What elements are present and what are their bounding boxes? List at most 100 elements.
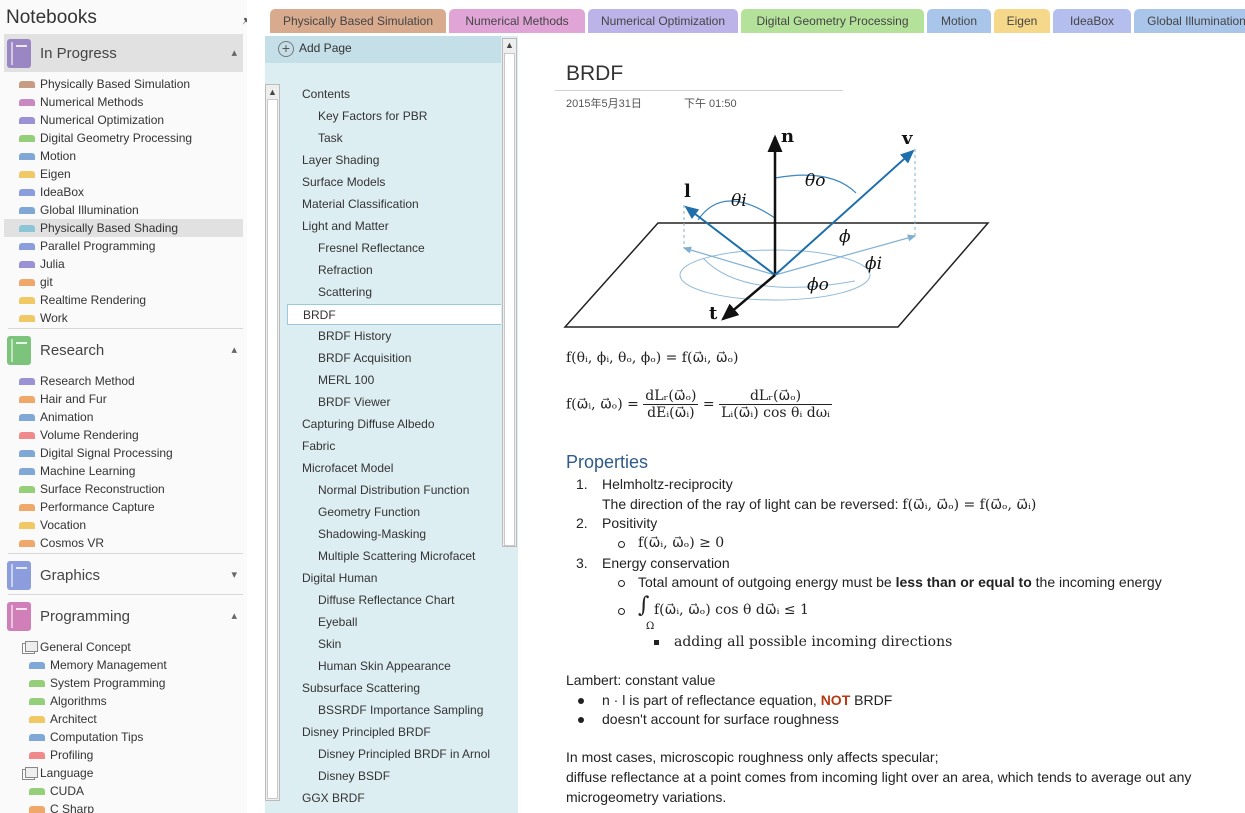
section-item[interactable]: Surface Reconstruction [4, 480, 243, 498]
section-tab-icon [29, 806, 45, 813]
tab-ideabox[interactable]: IdeaBox [1053, 9, 1131, 33]
section-item[interactable]: Julia [4, 255, 243, 273]
page-item[interactable]: BRDF Viewer [287, 392, 501, 413]
page-item[interactable]: Skin [287, 634, 501, 655]
section-group-item[interactable]: General Concept [4, 638, 243, 656]
page-item[interactable]: Layer Shading [287, 150, 501, 171]
section-item[interactable]: Eigen [4, 165, 243, 183]
section-item[interactable]: Motion [4, 147, 243, 165]
section-item[interactable]: Physically Based Simulation [4, 75, 243, 93]
note-content[interactable]: BRDF 2015年5月31日 下午 01:50 n v l t θi θo ϕ… [519, 36, 1245, 813]
page-item[interactable]: Disney Principled BRDF in Arnol [287, 744, 501, 765]
brdf-ratio-equation: f(ω⃗ᵢ, ω⃗ₒ) = dLᵣ(ω⃗ₒ) dEᵢ(ω⃗ᵢ) = dLᵣ(ω⃗ₒ… [566, 388, 832, 421]
section-item[interactable]: Memory Management [4, 656, 243, 674]
scroll-up-arrow-icon[interactable]: ▲ [505, 40, 514, 50]
page-item[interactable]: Capturing Diffuse Albedo [287, 414, 501, 435]
notebook-icon [7, 336, 31, 365]
section-item[interactable]: Volume Rendering [4, 426, 243, 444]
page-item[interactable]: BSSRDF Importance Sampling [287, 700, 501, 721]
page-item[interactable]: Shadowing-Masking [287, 524, 501, 545]
page-item[interactable]: Microfacet Model [287, 458, 501, 479]
scrollbar-thumb[interactable] [267, 99, 278, 799]
chevron-up-icon[interactable]: ▴ [231, 609, 237, 622]
page-item[interactable]: Digital Human [287, 568, 501, 589]
chevron-down-icon[interactable]: ▾ [231, 568, 237, 581]
section-label: Performance Capture [40, 500, 155, 514]
section-item[interactable]: Performance Capture [4, 498, 243, 516]
page-item[interactable]: Task [287, 128, 501, 149]
tab-digital-geometry-processing[interactable]: Digital Geometry Processing [741, 9, 924, 33]
page-item[interactable]: Material Classification [287, 194, 501, 215]
section-item[interactable]: Hair and Fur [4, 390, 243, 408]
tab-physically-based-simulation[interactable]: Physically Based Simulation [270, 9, 446, 33]
scroll-up-arrow-icon[interactable]: ▲ [268, 87, 277, 97]
page-title[interactable]: BRDF [566, 62, 623, 86]
page-item[interactable]: BRDF History [287, 326, 501, 347]
section-item[interactable]: Cosmos VR [4, 534, 243, 552]
section-item[interactable]: Realtime Rendering [4, 291, 243, 309]
section-item[interactable]: Research Method [4, 372, 243, 390]
pin-icon[interactable]: 🖈 [242, 10, 247, 31]
section-item[interactable]: Digital Geometry Processing [4, 129, 243, 147]
page-item[interactable]: MERL 100 [287, 370, 501, 391]
tab-global-illumination[interactable]: Global Illumination [1134, 9, 1245, 33]
section-item[interactable]: Animation [4, 408, 243, 426]
section-item[interactable]: Global Illumination [4, 201, 243, 219]
page-pane-scrollbar[interactable]: ▲ [502, 38, 517, 547]
page-item[interactable]: Disney Principled BRDF [287, 722, 501, 743]
section-item[interactable]: Physically Based Shading [4, 219, 243, 237]
section-item[interactable]: Machine Learning [4, 462, 243, 480]
tab-motion[interactable]: Motion [927, 9, 991, 33]
page-item[interactable]: Fresnel Reflectance [287, 238, 501, 259]
section-item[interactable]: CUDA [4, 782, 243, 800]
section-item[interactable]: Numerical Optimization [4, 111, 243, 129]
section-item[interactable]: Work [4, 309, 243, 327]
add-page-button[interactable]: + Add Page [265, 36, 501, 63]
page-item[interactable]: Human Skin Appearance [287, 656, 501, 677]
section-item[interactable]: Algorithms [4, 692, 243, 710]
section-item[interactable]: Profiling [4, 746, 243, 764]
section-item[interactable]: Parallel Programming [4, 237, 243, 255]
page-item[interactable]: Contents [287, 84, 501, 105]
page-item[interactable]: Geometry Function [287, 502, 501, 523]
notebook-in-progress[interactable]: In Progress ▴ [4, 34, 243, 72]
notebook-programming[interactable]: Programming ▴ [4, 597, 243, 635]
page-item[interactable]: Disney BSDF [287, 766, 501, 787]
page-item[interactable]: Surface Models [287, 172, 501, 193]
section-item[interactable]: git [4, 273, 243, 291]
page-list-scrollbar[interactable]: ▲ [265, 84, 280, 801]
section-item[interactable]: IdeaBox [4, 183, 243, 201]
tab-numerical-methods[interactable]: Numerical Methods [449, 9, 585, 33]
page-item[interactable]: Subsurface Scattering [287, 678, 501, 699]
tab-numerical-optimization[interactable]: Numerical Optimization [588, 9, 738, 33]
section-item[interactable]: Vocation [4, 516, 243, 534]
section-item[interactable]: Computation Tips [4, 728, 243, 746]
section-item[interactable]: Numerical Methods [4, 93, 243, 111]
notebook-research[interactable]: Research ▴ [4, 331, 243, 369]
page-item[interactable]: GGX BRDF [287, 788, 501, 809]
page-item[interactable]: BRDF Acquisition [287, 348, 501, 369]
tab-eigen[interactable]: Eigen [994, 9, 1050, 33]
page-item[interactable]: Key Factors for PBR [287, 106, 501, 127]
fraction-2-num: dLᵣ(ω⃗ₒ) [719, 388, 832, 405]
section-group-item[interactable]: Language [4, 764, 243, 782]
section-tab-icon [19, 81, 35, 88]
section-item[interactable]: C Sharp [4, 800, 243, 813]
page-item[interactable]: Diffuse Reflectance Chart [287, 590, 501, 611]
section-item[interactable]: System Programming [4, 674, 243, 692]
notebook-name: Programming [40, 608, 131, 625]
notebook-graphics[interactable]: Graphics ▾ [4, 556, 243, 594]
page-item[interactable]: Eyeball [287, 612, 501, 633]
chevron-up-icon[interactable]: ▴ [231, 46, 237, 59]
page-item[interactable]: Fabric [287, 436, 501, 457]
page-item[interactable]: Normal Distribution Function [287, 480, 501, 501]
page-item[interactable]: Light and Matter [287, 216, 501, 237]
page-item[interactable]: Scattering [287, 282, 501, 303]
page-item[interactable]: Refraction [287, 260, 501, 281]
page-item[interactable]: Multiple Scattering Microfacet [287, 546, 501, 567]
scrollbar-thumb[interactable] [504, 53, 515, 546]
chevron-up-icon[interactable]: ▴ [231, 343, 237, 356]
page-item-current[interactable]: BRDF [287, 304, 501, 325]
section-item[interactable]: Digital Signal Processing [4, 444, 243, 462]
section-item[interactable]: Architect [4, 710, 243, 728]
